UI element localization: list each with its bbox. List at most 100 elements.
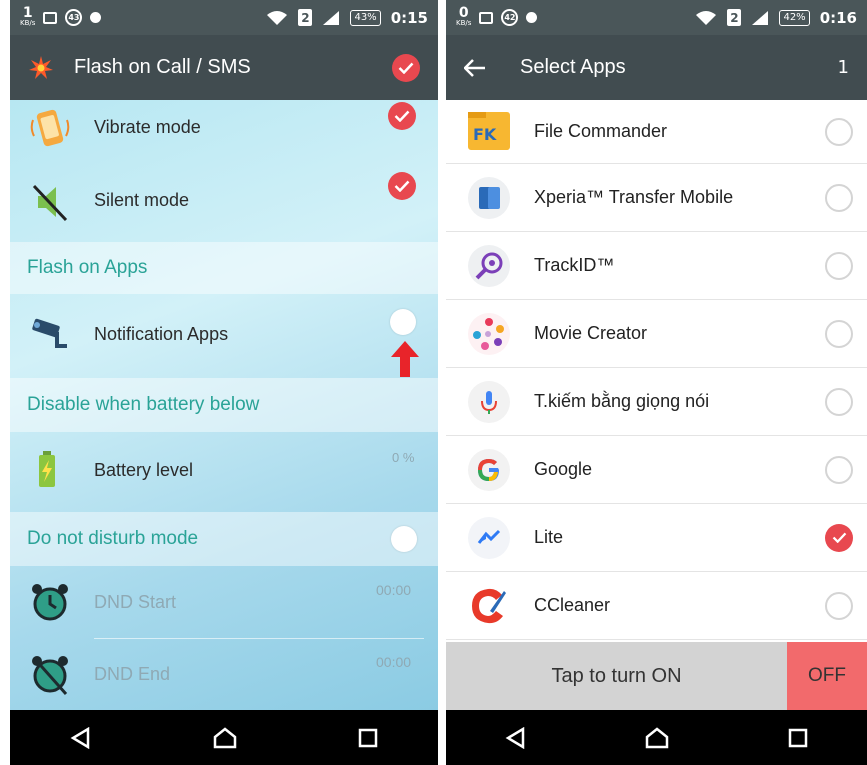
file-commander-icon: FK [466, 108, 512, 154]
google-icon [466, 447, 512, 493]
dnd-start-row[interactable]: DND Start 00:00 [10, 568, 438, 638]
app-bar: Select Apps 1 [446, 35, 867, 100]
sim-icon: 2 [298, 9, 313, 26]
status-bar: 0 KB/s 42 2 42% 0:16 [446, 0, 867, 35]
status-bar: 1 KB/s 43 2 43% 0:15 [10, 0, 438, 35]
tap-to-turn-on-button[interactable]: Tap to turn ON [446, 642, 787, 710]
selected-count: 1 [837, 57, 849, 78]
list-item[interactable]: CCleaner [446, 572, 867, 640]
list-item[interactable]: TrackID™ [446, 232, 867, 300]
battery-icon: 42% [779, 9, 810, 26]
network-speed: 0 KB/s [456, 5, 472, 28]
back-icon[interactable] [505, 726, 527, 749]
app-name: Xperia™ Transfer Mobile [534, 187, 734, 207]
battery-level-value: 0 % [392, 450, 415, 465]
off-button[interactable]: OFF [787, 642, 867, 710]
battery-icon: 43% [350, 9, 381, 26]
list-item[interactable]: Lite [446, 504, 867, 572]
signal-icon [752, 10, 769, 25]
silent-mode-checkbox[interactable] [388, 172, 416, 200]
red-arrow-up-icon [391, 341, 419, 377]
divider [94, 638, 424, 639]
silent-mode-label: Silent mode [94, 190, 190, 210]
settings-dot-icon [526, 12, 538, 23]
vibrate-mode-checkbox[interactable] [388, 102, 416, 130]
app-select-radio[interactable] [825, 117, 853, 146]
left-phone-screen: 1 KB/s 43 2 43% 0:15 Flash on Call / SMS [10, 0, 438, 765]
notification-apps-label: Notification Apps [94, 324, 229, 344]
app-select-radio[interactable] [825, 455, 853, 484]
vibrate-phone-icon [28, 106, 72, 150]
silent-mode-row[interactable]: Silent mode [10, 170, 438, 240]
dnd-start-label: DND Start [94, 592, 177, 612]
list-item[interactable]: T.kiếm bằng giọng nói [446, 368, 867, 436]
checkmark-icon [394, 180, 410, 192]
app-bar: Flash on Call / SMS [10, 35, 438, 100]
svg-text:FK: FK [473, 125, 497, 144]
network-speed: 1 KB/s [20, 5, 35, 28]
wifi-icon [696, 10, 717, 25]
app-list: FK File Commander Xperia™ Transfer Mobil… [446, 100, 867, 640]
settings-panel: Vibrate mode Silent mode Flash on Apps N… [10, 100, 438, 710]
app-select-radio[interactable] [825, 251, 853, 280]
speed-value: 1 [22, 5, 33, 21]
app-name: CCleaner [534, 595, 611, 615]
dnd-mode-label: Do not disturb mode [27, 528, 199, 549]
app-select-radio[interactable] [825, 319, 853, 348]
settings-dot-icon [90, 12, 102, 23]
list-item[interactable]: Movie Creator [446, 300, 867, 368]
messenger-lite-icon [466, 515, 512, 561]
checkmark-icon [398, 62, 414, 74]
notification-count-icon: 42 [501, 9, 519, 26]
list-item[interactable]: Google [446, 436, 867, 504]
movie-creator-icon [466, 311, 512, 357]
screen-title: Select Apps [520, 56, 626, 78]
app-name: TrackID™ [534, 255, 615, 275]
home-icon[interactable] [645, 726, 669, 749]
voice-search-mic-icon [466, 379, 512, 425]
section-dnd-mode: Do not disturb mode [10, 512, 438, 566]
battery-level-row[interactable]: Battery level 0 % [10, 434, 438, 508]
master-toggle-checkbox[interactable] [392, 53, 420, 82]
app-select-radio[interactable] [825, 387, 853, 416]
app-select-radio[interactable] [825, 183, 853, 212]
trackid-icon [466, 243, 512, 289]
alarm-clock-icon [28, 580, 72, 624]
battery-charging-icon [28, 448, 72, 492]
app-name: T.kiếm bằng giọng nói [534, 391, 710, 411]
section-disable-battery: Disable when battery below [10, 378, 438, 432]
dnd-start-value: 00:00 [376, 582, 412, 598]
recents-icon[interactable] [358, 728, 378, 748]
notification-apps-toggle[interactable] [390, 309, 416, 335]
dnd-mode-toggle[interactable] [391, 526, 417, 552]
camera-cctv-icon [28, 312, 72, 356]
dnd-end-row[interactable]: DND End 00:00 [10, 640, 438, 710]
vibrate-mode-label: Vibrate mode [94, 117, 201, 137]
app-select-radio-checked[interactable] [825, 523, 853, 552]
back-icon[interactable] [70, 726, 92, 749]
dnd-end-label: DND End [94, 664, 171, 684]
vibrate-mode-row[interactable]: Vibrate mode [10, 100, 438, 160]
app-name: Google [534, 459, 593, 479]
notification-apps-row[interactable]: Notification Apps [10, 296, 438, 377]
back-arrow-icon[interactable] [464, 58, 486, 77]
clock: 0:16 [819, 8, 857, 27]
list-item[interactable]: Xperia™ Transfer Mobile [446, 164, 867, 232]
app-select-radio[interactable] [825, 591, 853, 620]
flash-burst-icon [29, 55, 53, 79]
recents-icon[interactable] [788, 728, 808, 748]
speed-unit: KB/s [456, 19, 472, 27]
home-icon[interactable] [213, 726, 237, 749]
clock: 0:15 [390, 8, 428, 27]
checkmark-icon [394, 110, 410, 122]
checkmark-icon [832, 532, 846, 543]
wifi-icon [267, 10, 288, 25]
ccleaner-icon [466, 583, 512, 629]
gallery-icon [479, 11, 494, 24]
list-item[interactable]: FK File Commander [446, 100, 867, 164]
sim-icon: 2 [727, 9, 742, 26]
signal-icon [323, 10, 340, 25]
speed-value: 0 [458, 5, 469, 21]
dnd-end-value: 00:00 [376, 654, 412, 670]
gallery-icon [43, 11, 58, 24]
